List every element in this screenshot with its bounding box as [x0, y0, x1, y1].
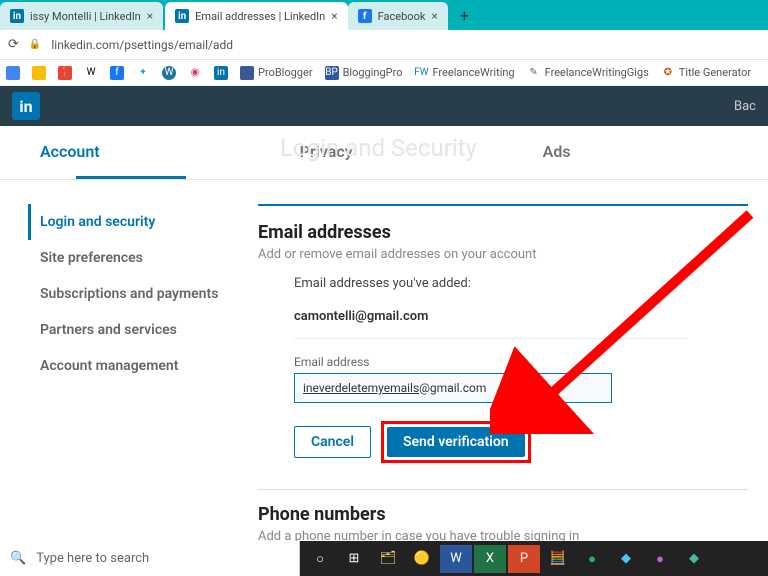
- back-link[interactable]: Bac: [734, 99, 756, 114]
- send-verification-button[interactable]: Send verification: [387, 427, 525, 457]
- tab-account[interactable]: Account: [0, 126, 140, 179]
- added-emails-label: Email addresses you've added:: [294, 276, 688, 291]
- bookmark-item[interactable]: ◉: [188, 66, 202, 80]
- button-row: Cancel Send verification: [294, 421, 688, 463]
- faded-section-title: Login and Security: [280, 134, 477, 162]
- email-input-value-rest: @gmail.com: [419, 381, 486, 395]
- section-divider: [258, 489, 748, 490]
- settings-tab-bar: Account Login and Security Privacy Ads: [0, 126, 768, 180]
- tab-ads[interactable]: Ads: [503, 126, 611, 179]
- new-tab-button[interactable]: +: [450, 6, 479, 25]
- phone-heading: Phone numbers: [258, 504, 748, 525]
- spotify-icon[interactable]: ●: [576, 545, 608, 573]
- browser-tab-active[interactable]: in Email addresses | LinkedIn ×: [165, 2, 347, 30]
- taskbar-search[interactable]: 🔍 Type here to search: [0, 541, 300, 576]
- email-field-label: Email address: [294, 355, 688, 369]
- email-heading: Email addresses: [258, 222, 748, 243]
- bookmark-item[interactable]: [6, 66, 20, 80]
- bookmark-item[interactable]: 📍: [58, 66, 72, 80]
- settings-sidebar: Login and security Site preferences Subs…: [0, 204, 258, 544]
- app-icon[interactable]: ◆: [678, 545, 710, 573]
- cancel-button[interactable]: Cancel: [294, 426, 371, 458]
- linkedin-favicon-icon: in: [10, 9, 24, 23]
- tab-title: Email addresses | LinkedIn: [195, 10, 325, 23]
- close-icon[interactable]: ×: [431, 9, 437, 23]
- bookmark-item[interactable]: ✪Title Generator: [661, 66, 751, 80]
- search-icon: 🔍: [10, 551, 26, 566]
- linkedin-favicon-icon: in: [175, 9, 189, 23]
- app-icon[interactable]: ◆: [610, 545, 642, 573]
- tab-title: Facebook: [378, 10, 426, 23]
- lock-icon: 🔒: [29, 39, 41, 50]
- word-icon[interactable]: W: [440, 545, 472, 573]
- excel-icon[interactable]: X: [474, 545, 506, 573]
- tab-title: issy Montelli | LinkedIn: [30, 10, 141, 23]
- bookmark-item[interactable]: [32, 66, 46, 80]
- added-email-value: camontelli@gmail.com: [294, 309, 688, 339]
- windows-taskbar: 🔍 Type here to search ○ ⊞ 🗂 🟡 W X P 🧮 ● …: [0, 541, 768, 576]
- taskbar-icons: ○ ⊞ 🗂 🟡 W X P 🧮 ● ◆ ● ◆: [300, 541, 768, 576]
- bookmark-item[interactable]: f: [110, 66, 124, 80]
- sidebar-item-site-preferences[interactable]: Site preferences: [28, 240, 258, 276]
- email-input[interactable]: ineverdeletemyemails@gmail.com: [294, 373, 612, 403]
- file-explorer-icon[interactable]: 🗂: [372, 545, 404, 573]
- sidebar-item-account-mgmt[interactable]: Account management: [28, 348, 258, 384]
- facebook-favicon-icon: f: [358, 9, 372, 23]
- bookmark-item[interactable]: ProBlogger: [240, 66, 313, 80]
- bookmark-item[interactable]: BPBloggingPro: [325, 66, 403, 80]
- browser-tab[interactable]: in issy Montelli | LinkedIn ×: [0, 2, 163, 30]
- bookmarks-bar: 📍 W f ✦ W ◉ in ProBlogger BPBloggingPro …: [0, 60, 768, 86]
- bookmark-item[interactable]: ✎FreelanceWritingGigs: [527, 66, 649, 80]
- url-bar: ⟳ 🔒 linkedin.com/psettings/email/add: [0, 30, 768, 60]
- powerpoint-icon[interactable]: P: [508, 545, 540, 573]
- email-inner: Email addresses you've added: camontelli…: [258, 262, 688, 463]
- calculator-icon[interactable]: 🧮: [542, 545, 574, 573]
- cortana-icon[interactable]: ○: [304, 545, 336, 573]
- email-subheading: Add or remove email addresses on your ac…: [258, 247, 748, 262]
- main-panel: Email addresses Add or remove email addr…: [258, 204, 768, 544]
- linkedin-header: in Bac: [0, 86, 768, 126]
- browser-tab[interactable]: f Facebook ×: [348, 2, 448, 30]
- search-placeholder: Type here to search: [36, 551, 149, 566]
- url-text[interactable]: linkedin.com/psettings/email/add: [51, 38, 233, 52]
- bookmark-item[interactable]: ✦: [136, 66, 150, 80]
- bookmark-item[interactable]: FWFreelanceWriting: [414, 66, 514, 80]
- close-icon[interactable]: ×: [331, 9, 337, 23]
- tab-underline: [76, 176, 186, 179]
- section-rule: [258, 204, 748, 206]
- bookmark-item[interactable]: ƒEditorial: [763, 66, 768, 80]
- close-icon[interactable]: ×: [147, 9, 153, 23]
- bookmark-item[interactable]: W: [84, 66, 98, 80]
- sidebar-item-subscriptions[interactable]: Subscriptions and payments: [28, 276, 258, 312]
- bookmark-item[interactable]: W: [162, 66, 176, 80]
- annotation-highlight-box: Send verification: [381, 421, 531, 463]
- task-view-icon[interactable]: ⊞: [338, 545, 370, 573]
- email-input-value-underlined: ineverdeletemyemails: [303, 381, 419, 395]
- chrome-icon[interactable]: 🟡: [406, 545, 438, 573]
- app-icon[interactable]: ●: [644, 545, 676, 573]
- linkedin-logo-icon[interactable]: in: [12, 92, 40, 120]
- bookmark-item[interactable]: in: [214, 66, 228, 80]
- sidebar-item-partners[interactable]: Partners and services: [28, 312, 258, 348]
- reload-icon[interactable]: ⟳: [8, 37, 19, 52]
- sidebar-item-login-security[interactable]: Login and security: [28, 204, 258, 240]
- content-area: Login and security Site preferences Subs…: [0, 180, 768, 544]
- browser-tab-strip: in issy Montelli | LinkedIn × in Email a…: [0, 0, 768, 30]
